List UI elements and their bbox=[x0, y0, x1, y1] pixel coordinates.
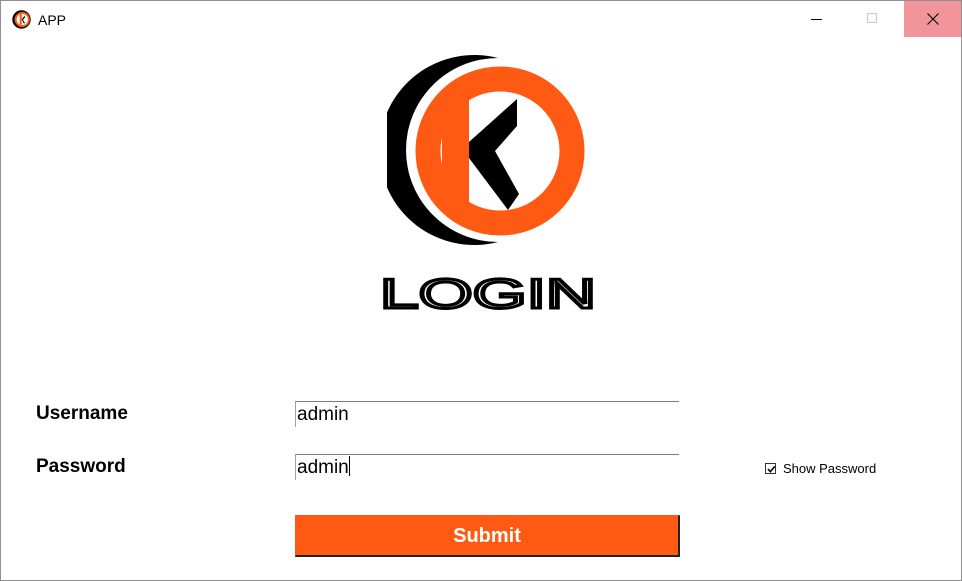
password-label: Password bbox=[36, 456, 126, 477]
app-window: APP LOGIN Username admin Password admin … bbox=[0, 0, 962, 581]
maximize-button[interactable] bbox=[845, 1, 901, 37]
minimize-button[interactable] bbox=[789, 1, 845, 37]
password-value: admin bbox=[297, 457, 349, 478]
show-password-label[interactable]: Show Password bbox=[783, 461, 876, 476]
username-value: admin bbox=[297, 404, 349, 425]
text-caret bbox=[348, 456, 350, 476]
k-letter-logo-icon bbox=[379, 54, 587, 248]
show-password-toggle[interactable]: Show Password bbox=[765, 460, 876, 476]
window-title: APP bbox=[38, 12, 67, 28]
password-input[interactable]: admin bbox=[295, 454, 679, 480]
submit-button[interactable]: Submit bbox=[295, 515, 680, 557]
minimize-icon bbox=[811, 19, 822, 20]
checkmark-icon bbox=[767, 465, 776, 473]
app-logo-icon bbox=[12, 10, 31, 29]
maximize-icon bbox=[867, 13, 877, 23]
username-input[interactable]: admin bbox=[295, 401, 679, 427]
title-bar[interactable]: APP bbox=[1, 1, 961, 37]
login-heading-text: LOGIN bbox=[380, 277, 596, 315]
login-heading: LOGIN bbox=[375, 269, 601, 319]
username-label: Username bbox=[36, 403, 128, 424]
show-password-checkbox[interactable] bbox=[765, 462, 776, 474]
close-icon bbox=[927, 13, 939, 25]
close-button[interactable] bbox=[904, 1, 961, 37]
